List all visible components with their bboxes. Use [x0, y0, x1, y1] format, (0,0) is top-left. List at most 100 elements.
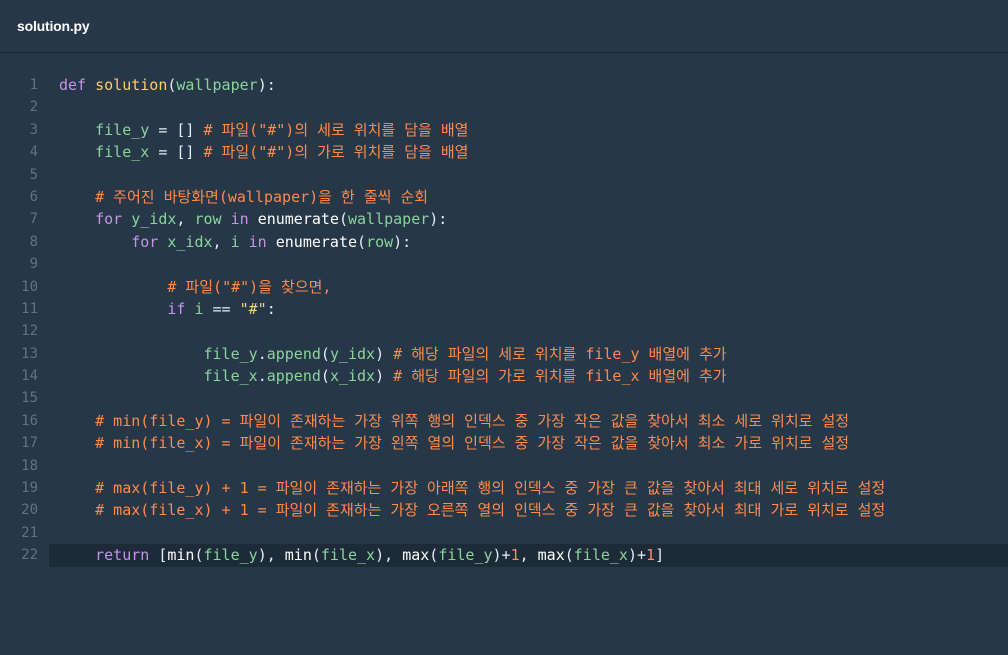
- code-token: return: [95, 546, 159, 565]
- code-token: 1: [646, 546, 656, 565]
- code-token: file_x: [203, 367, 258, 386]
- line-number: 15: [21, 390, 38, 407]
- code-token: # 파일("#")을 찾으면,: [167, 277, 332, 296]
- line-number: 8: [29, 233, 38, 250]
- code-token: ):: [429, 210, 448, 229]
- code-token: :: [266, 299, 276, 318]
- code-token: file_y: [203, 344, 258, 363]
- code-text: # min(file_x) = 파일이 존재하는 가장 왼쪽 열의 인덱스 중 …: [59, 432, 849, 454]
- code-token: wallpaper: [348, 210, 430, 229]
- code-line[interactable]: 13 file_y.append(y_idx) # 해당 파일의 세로 위치를 …: [0, 343, 1008, 365]
- code-token: for: [95, 210, 132, 229]
- code-text: file_x.append(x_idx) # 해당 파일의 가로 위치를 fil…: [59, 365, 727, 387]
- code-token: file_y: [203, 546, 258, 565]
- code-token: (: [357, 232, 367, 251]
- code-token: # max(file_y) + 1 = 파일이 존재하는 가장 아래쪽 행의 인…: [95, 479, 886, 498]
- code-token: file_y: [438, 546, 493, 565]
- line-number: 14: [21, 368, 38, 385]
- code-token: ,: [212, 232, 231, 251]
- code-token: enumerate: [275, 232, 358, 251]
- code-line[interactable]: 17 # min(file_x) = 파일이 존재하는 가장 왼쪽 열의 인덱스…: [0, 432, 1008, 454]
- code-token: (: [338, 210, 348, 229]
- line-number: 4: [29, 144, 38, 161]
- line-number: 18: [21, 457, 38, 474]
- code-token: = []: [149, 143, 204, 162]
- code-token: # min(file_x) = 파일이 존재하는 가장 왼쪽 열의 인덱스 중 …: [95, 434, 850, 453]
- code-token: file_x: [573, 546, 628, 565]
- code-text: # 파일("#")을 찾으면,: [59, 276, 331, 298]
- code-line[interactable]: 22 return [min(file_y), min(file_x), max…: [21, 544, 1008, 567]
- code-token: i: [194, 299, 213, 318]
- code-token: def: [59, 76, 96, 94]
- code-line[interactable]: 2: [0, 96, 1008, 118]
- line-number: 19: [21, 480, 38, 497]
- code-token: max: [402, 546, 430, 565]
- code-token: # 해당 파일의 가로 위치를 file_x 배열에 추가: [393, 367, 727, 386]
- code-line[interactable]: 9: [0, 253, 1008, 275]
- code-text: # max(file_y) + 1 = 파일이 존재하는 가장 아래쪽 행의 인…: [59, 477, 885, 499]
- code-line[interactable]: 19 # max(file_y) + 1 = 파일이 존재하는 가장 아래쪽 행…: [0, 477, 1008, 499]
- code-line[interactable]: 21: [0, 522, 1008, 544]
- code-token: # 파일("#")의 가로 위치를 담을 배열: [203, 143, 469, 162]
- code-text: def solution(wallpaper):: [59, 74, 276, 96]
- code-token: ):: [393, 232, 412, 251]
- code-token: row: [366, 232, 394, 251]
- code-token: (: [320, 344, 330, 363]
- code-line[interactable]: 10 # 파일("#")을 찾으면,: [0, 276, 1008, 298]
- code-line[interactable]: 18: [0, 455, 1008, 477]
- code-line[interactable]: 12: [0, 320, 1008, 342]
- code-token: (: [320, 367, 330, 386]
- code-text: return [min(file_y), min(file_x), max(fi…: [59, 544, 664, 566]
- line-number: 9: [29, 256, 38, 273]
- code-line[interactable]: 20 # max(file_x) + 1 = 파일이 존재하는 가장 오른쪽 열…: [0, 499, 1008, 521]
- code-text: # min(file_y) = 파일이 존재하는 가장 위쪽 행의 인덱스 중 …: [59, 410, 849, 432]
- code-text: file_x = [] # 파일("#")의 가로 위치를 담을 배열: [59, 141, 468, 163]
- code-token: ==: [212, 299, 240, 318]
- code-token: min: [284, 546, 312, 565]
- code-line[interactable]: 6 # 주어진 바탕화면(wallpaper)을 한 줄씩 순회: [0, 186, 1008, 208]
- code-token: y_idx: [329, 344, 376, 363]
- code-token: "#": [239, 299, 267, 318]
- code-line[interactable]: 3 file_y = [] # 파일("#")의 세로 위치를 담을 배열: [0, 119, 1008, 141]
- code-token: y_idx: [131, 210, 177, 229]
- code-text: # 주어진 바탕화면(wallpaper)을 한 줄씩 순회: [59, 186, 428, 208]
- code-text: if i == "#":: [59, 298, 276, 320]
- code-token: row: [194, 210, 231, 229]
- code-token: solution: [95, 76, 168, 94]
- line-number: 20: [21, 502, 38, 519]
- code-editor[interactable]: 1 def solution(wallpaper): 2 3 file_y = [] …: [0, 74, 1008, 567]
- code-token: .: [257, 367, 267, 386]
- code-text: for x_idx, i in enumerate(row):: [59, 231, 411, 253]
- code-line[interactable]: 5: [0, 164, 1008, 186]
- code-token: i: [230, 232, 249, 251]
- code-token: x_idx: [167, 232, 213, 251]
- code-token: (: [564, 546, 574, 565]
- code-token: # min(file_y) = 파일이 존재하는 가장 위쪽 행의 인덱스 중 …: [95, 411, 850, 430]
- code-line[interactable]: 15: [0, 387, 1008, 409]
- code-line[interactable]: 1 def solution(wallpaper):: [0, 74, 1008, 96]
- tab-bar: solution.py: [0, 0, 1008, 53]
- code-line[interactable]: 4 file_x = [] # 파일("#")의 가로 위치를 담을 배열: [0, 141, 1008, 163]
- code-token: file_x: [95, 143, 150, 162]
- file-tab-title[interactable]: solution.py: [17, 18, 90, 34]
- code-line[interactable]: 16 # min(file_y) = 파일이 존재하는 가장 위쪽 행의 인덱스…: [0, 410, 1008, 432]
- code-token: x_idx: [329, 367, 376, 386]
- code-token: ]: [655, 546, 665, 565]
- code-token: in: [248, 232, 276, 251]
- line-number: 7: [29, 211, 38, 228]
- code-token: in: [230, 210, 258, 229]
- code-line[interactable]: 7 for y_idx, row in enumerate(wallpaper)…: [0, 208, 1008, 230]
- code-line[interactable]: 14 file_x.append(x_idx) # 해당 파일의 가로 위치를 …: [0, 365, 1008, 387]
- code-line[interactable]: 11 if i == "#":: [0, 298, 1008, 320]
- line-number: 5: [29, 166, 38, 183]
- code-line[interactable]: 8 for x_idx, i in enumerate(row):: [0, 231, 1008, 253]
